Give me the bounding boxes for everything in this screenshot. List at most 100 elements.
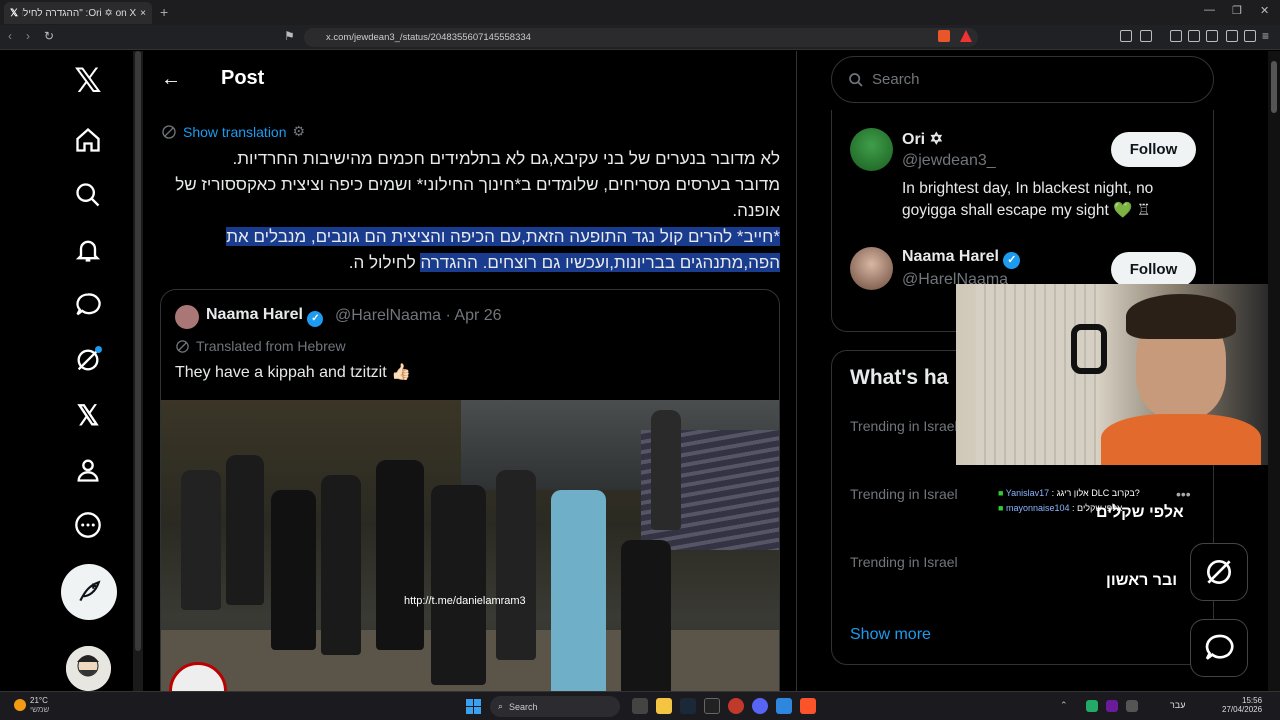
tray-chevron-icon[interactable]: ⌃ [1060, 700, 1068, 711]
stream-caption: אלפי שקלים [1096, 504, 1184, 521]
chat-user: Yanislav17 [1005, 488, 1050, 498]
minimize-icon[interactable]: — [1204, 4, 1215, 16]
app-icon[interactable] [704, 698, 720, 714]
tab-close-icon[interactable]: × [140, 8, 146, 19]
brave-rewards-icon[interactable] [960, 30, 972, 42]
steam-icon[interactable] [680, 698, 696, 714]
quoted-text: They have a kippah and tzitzit 👍🏻 [175, 364, 412, 381]
tray-app-icon[interactable] [1126, 700, 1138, 712]
user-name[interactable]: Naama Harel ✓ [902, 248, 1021, 269]
address-bar[interactable]: x.com/jewdean3_/status/20483556071455583… [304, 28, 978, 47]
menu-icon[interactable]: ≡ [1262, 29, 1269, 43]
follow-button[interactable]: Follow [1111, 252, 1196, 287]
user-handle: @jewdean3_ [902, 152, 996, 169]
tab-search-icon[interactable] [1206, 30, 1218, 42]
video-watermark: http://t.me/danielamram3 [404, 595, 526, 607]
taskbar-search[interactable]: ⌕ Search [490, 696, 620, 717]
verified-badge-icon: ✓ [1003, 252, 1021, 269]
page-scrollbar[interactable] [1268, 51, 1280, 691]
x-logo-icon[interactable]: 𝕏 [64, 57, 112, 105]
maximize-icon[interactable]: ❐ [1232, 4, 1242, 17]
browser-tab-bar: 𝕏 Ori ✡ on X: "ההגדרה לחילול ה'"... × + … [0, 0, 1280, 25]
trend-context[interactable]: Trending in Israel [850, 486, 958, 502]
url-text: x.com/jewdean3_/status/20483556071455583… [326, 32, 531, 43]
explore-search-icon[interactable] [64, 171, 112, 219]
quoted-avatar[interactable] [175, 305, 199, 329]
browser-tab[interactable]: 𝕏 Ori ✡ on X: "ההגדרה לחילול ה'"... × [4, 2, 152, 24]
chat-message: : אלון ריגג DLC בקרוב? [1051, 488, 1140, 498]
forward-nav-icon[interactable]: › [26, 29, 30, 43]
naama-avatar[interactable] [850, 247, 893, 290]
grok-fab-icon[interactable] [1190, 543, 1248, 601]
trend-context[interactable]: Trending in Israel [850, 418, 958, 434]
search-icon [849, 72, 863, 87]
show-more-link[interactable]: Show more [850, 626, 931, 644]
weather-sun-icon [14, 699, 26, 711]
search-icon: ⌕ [498, 701, 504, 711]
discord-icon[interactable] [752, 698, 768, 714]
more-options-icon[interactable]: ••• [1176, 486, 1191, 502]
translate-icon [162, 124, 176, 139]
extensions-icon[interactable] [1120, 30, 1132, 42]
close-window-icon[interactable]: ✕ [1260, 4, 1269, 17]
post-line-3-end: לחילול ה. [348, 253, 421, 272]
webcam-overlay [956, 284, 1268, 465]
trend-context[interactable]: Trending in Israel [850, 554, 958, 570]
show-translation-link[interactable]: Show translation ⚙ [161, 123, 305, 140]
quoted-author-name[interactable]: Naama Harel ✓ [206, 306, 324, 327]
follow-button[interactable]: Follow [1111, 132, 1196, 167]
post-line-2: מדובר בערסים מסריחים, שלומדים ב*חינוך הח… [175, 175, 780, 220]
app-red-icon[interactable] [728, 698, 744, 714]
brave-shield-icon[interactable] [938, 30, 950, 42]
brave-browser-icon[interactable] [800, 698, 816, 714]
grok-icon[interactable] [64, 336, 112, 384]
back-arrow-icon[interactable]: ← [161, 68, 181, 91]
reload-icon[interactable]: ↻ [44, 29, 54, 43]
page-title: Post [221, 67, 265, 89]
profile-icon[interactable] [64, 446, 112, 494]
language-indicator[interactable]: עבר [1170, 700, 1185, 710]
quoted-video[interactable]: http://t.me/danielamram3 [161, 400, 779, 691]
sidebar-icon[interactable] [1188, 30, 1200, 42]
ori-avatar[interactable] [850, 128, 893, 171]
show-translation-label: Show translation [183, 123, 287, 140]
notifications-bell-icon[interactable] [64, 226, 112, 274]
account-avatar[interactable] [66, 646, 111, 691]
tray-app-icon[interactable] [1086, 700, 1098, 712]
browser-toolbar: ‹ › ↻ ⚑ x.com/jewdean3_/status/204835560… [0, 25, 1280, 50]
verified-badge-icon: ✓ [307, 311, 324, 327]
tray-app-icon[interactable] [1106, 700, 1118, 712]
translated-label: Translated from Hebrew [175, 338, 346, 354]
trends-title: What's ha [850, 366, 949, 389]
compose-post-button[interactable] [61, 564, 117, 620]
user-name[interactable]: Ori ✡ [902, 129, 943, 149]
new-tab-button[interactable]: + [160, 4, 168, 20]
vpn-icon[interactable] [1244, 30, 1256, 42]
search-input[interactable]: Search [831, 56, 1214, 103]
post-line-3-selected: *חייב* להרים קול נגד התופעה הזאת,עם הכיפ… [226, 227, 780, 272]
file-explorer-icon[interactable] [656, 698, 672, 714]
post-line-1: לא מדובר בנערים של בני עקיבא,גם לא בתלמי… [232, 149, 781, 168]
stream-caption-2: ובר ראשון [1106, 572, 1178, 589]
more-icon[interactable] [64, 501, 112, 549]
leo-icon[interactable] [1226, 30, 1238, 42]
messages-icon[interactable] [64, 281, 112, 329]
task-view-icon[interactable] [632, 698, 648, 714]
left-scrollbar[interactable] [133, 51, 143, 691]
search-placeholder: Search [872, 71, 920, 88]
media-icon[interactable] [1170, 30, 1182, 42]
app-blue-icon[interactable] [776, 698, 792, 714]
clock[interactable]: 15:56 27/04/2026 [1222, 696, 1262, 714]
bookmark-icon[interactable]: ⚑ [284, 29, 295, 43]
weather-widget[interactable]: 21°C שמשי [30, 696, 49, 714]
home-icon[interactable] [64, 116, 112, 164]
messages-fab-icon[interactable] [1190, 619, 1248, 677]
tab-title: Ori ✡ on X: "ההגדרה לחילול ה'"... [22, 7, 137, 19]
wallet-icon[interactable] [1140, 30, 1152, 42]
premium-x-icon[interactable]: 𝕏 [64, 391, 112, 439]
quoted-post[interactable]: Naama Harel ✓ @HarelNaama · Apr 26 Trans… [160, 289, 780, 691]
settings-gear-icon[interactable]: ⚙ [293, 123, 306, 140]
chat-user: mayonnaise104 [1005, 503, 1070, 513]
windows-start-icon[interactable] [466, 699, 481, 714]
back-nav-icon[interactable]: ‹ [8, 29, 12, 43]
